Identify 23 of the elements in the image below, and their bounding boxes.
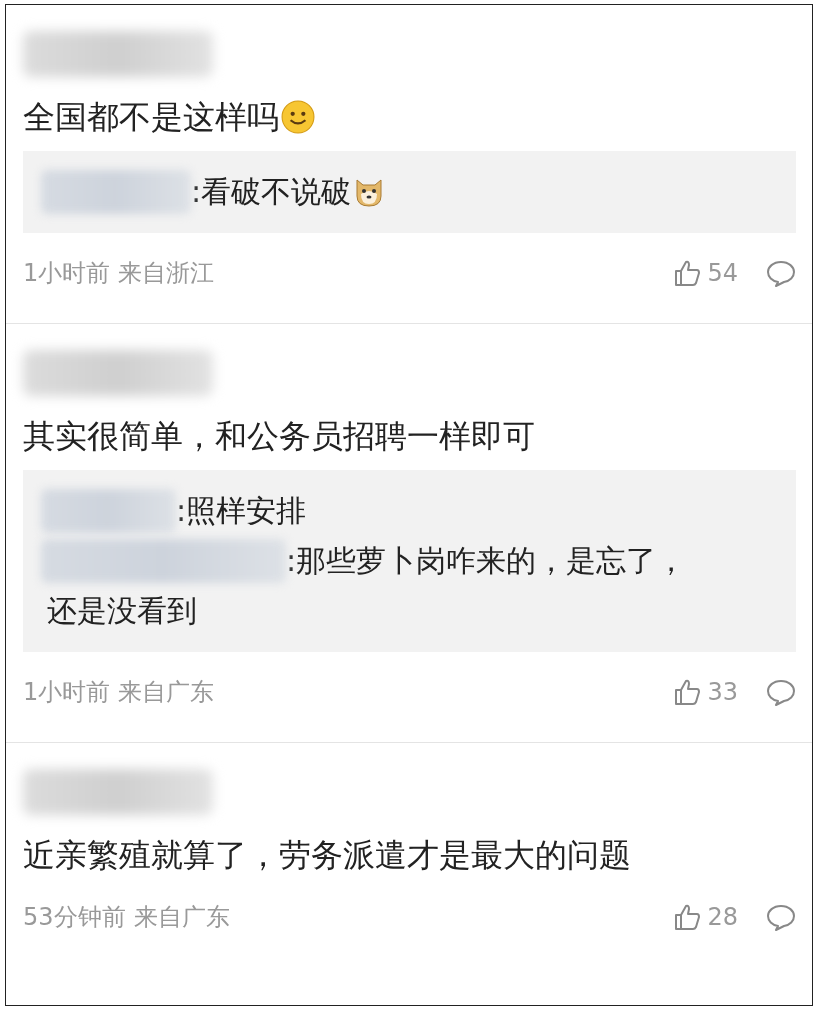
thumbs-up-icon [673,678,702,706]
comment-text: 近亲繁殖就算了，劳务派遣才是最大的问题 [23,835,631,876]
thumbs-up-icon [673,903,702,931]
smiley-icon [281,100,315,134]
comment-icon[interactable] [766,903,796,931]
reply-text: :看破不说破 [191,173,352,211]
like-button[interactable]: 54 [673,259,738,287]
post-location: 来自浙江 [118,258,215,289]
comment-icon[interactable] [766,678,796,706]
post-time: 1小时前 [23,677,111,708]
reply-text: 还是没看到 [47,592,197,630]
thumbs-up-icon [673,259,702,287]
reply-text: :那些萝卜岗咋来的，是忘了， [286,542,687,580]
post-time: 1小时前 [23,258,111,289]
like-button[interactable]: 28 [673,903,738,931]
comment-text: 全国都不是这样吗 [23,97,279,138]
reply-text: :照样安排 [176,492,307,530]
post-location: 来自广东 [133,902,230,933]
post-time: 53分钟前 [23,902,126,933]
post-location: 来自广东 [118,677,215,708]
comment-text: 其实很简单，和公务员招聘一样即可 [23,416,535,457]
like-button[interactable]: 33 [673,678,738,706]
comment-icon[interactable] [766,259,796,287]
